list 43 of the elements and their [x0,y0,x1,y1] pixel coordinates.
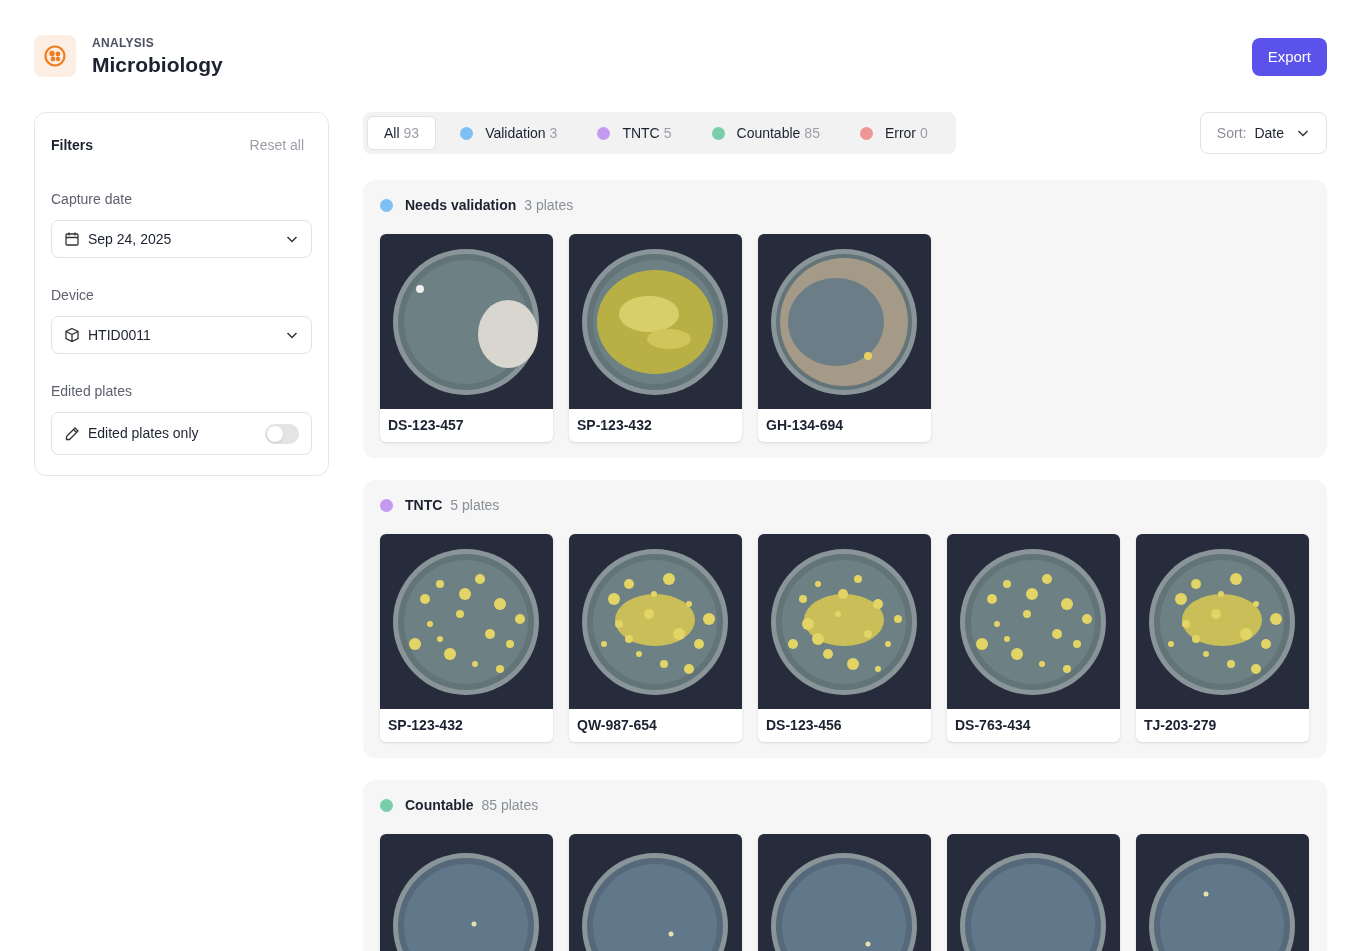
group-title: Needs validation [405,195,517,215]
field-label: Device [51,286,95,306]
sort-dropdown[interactable]: Sort: Date [1199,112,1327,155]
calendar-icon [64,231,80,248]
toggle-label: Edited plates only [88,424,200,444]
group-title: Countable [405,795,474,815]
group-title: TNTC [405,495,443,515]
field-label: Edited plates [51,382,133,402]
plate-card[interactable]: DS-763-434 [947,534,1120,743]
date-picker[interactable]: Sep 24, 2025 [51,220,312,259]
plate-card[interactable]: DS-123-456 [758,534,931,743]
plate-card[interactable]: DS-123-457 [380,234,553,443]
plate-card[interactable]: GH-134-694 [758,234,931,443]
toggle-switch[interactable] [265,423,299,444]
plate-card[interactable]: SP-123-432 [380,534,553,743]
plate-id: GH-134-694 [765,416,845,436]
filters-heading: Filters [51,136,93,156]
status-tab[interactable]: All 93 [367,116,437,151]
status-tab[interactable]: Validation 3 [444,116,574,151]
cube-icon [64,327,80,344]
plate-id: SP-123-432 [576,416,653,436]
plate-id: QW-987-654 [576,716,658,736]
plate-card[interactable]: QW-987-654 [569,534,742,743]
status-tab[interactable]: TNTC 5 [581,116,688,151]
plate-count: 3 plates [524,195,574,215]
plate-card[interactable]: TJ-203-279 [1136,534,1309,743]
status-tab[interactable]: Countable 85 [695,116,836,151]
plate-card[interactable]: SP-123-432 [569,234,742,443]
plate-id: TJ-203-279 [1143,716,1218,736]
pencil-icon [64,425,80,442]
plate-id: DS-123-456 [765,716,843,736]
plate-id: DS-123-457 [387,416,465,436]
plate-count: 85 plates [481,795,539,815]
plate-id: SP-123-432 [387,716,464,736]
plate-id: DS-763-434 [954,716,1032,736]
petri-dish-icon [43,44,67,69]
export-button[interactable]: Export [1251,38,1327,77]
field-label: Capture date [51,190,133,210]
device-select[interactable]: HTID0011 [51,316,312,355]
page-eyebrow: ANALYSIS [92,35,155,52]
status-tab[interactable]: Error 0 [843,116,944,151]
plate-count: 5 plates [450,495,500,515]
page-title: Microbiology [92,52,223,78]
